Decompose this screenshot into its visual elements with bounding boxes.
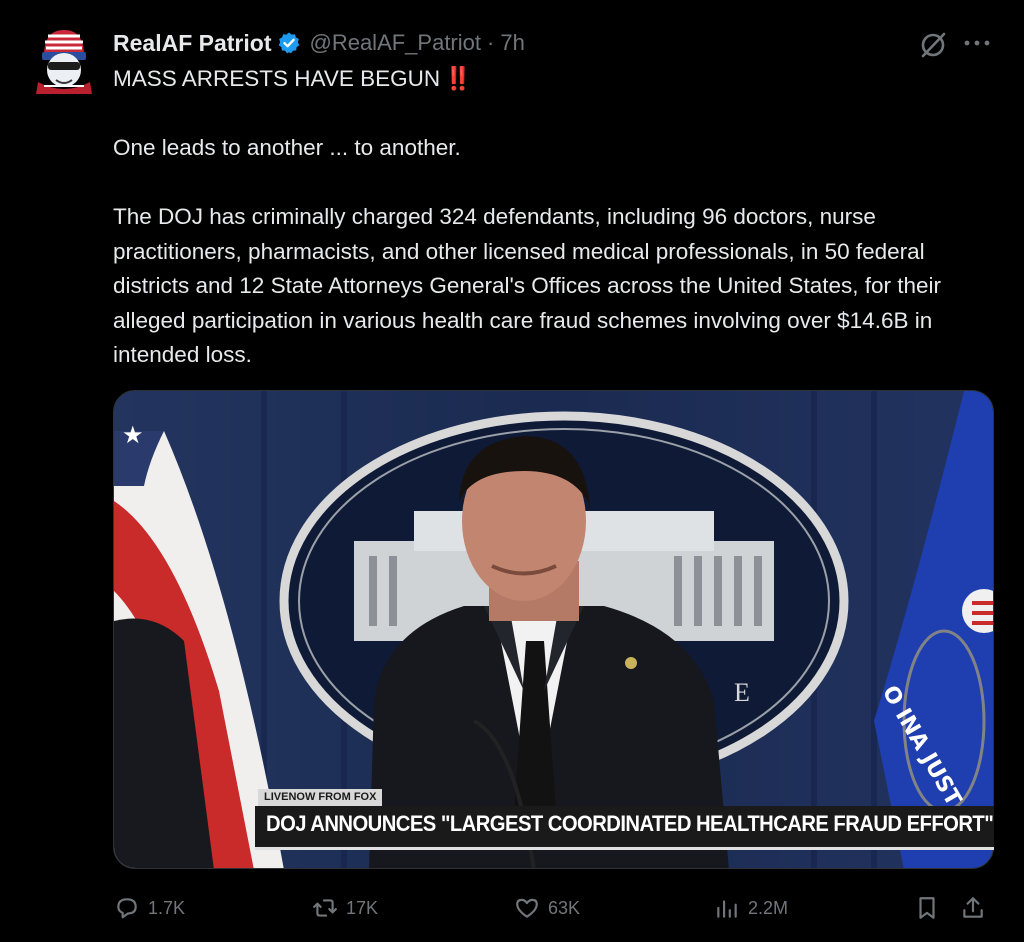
views-button[interactable]: 2.2M <box>714 890 788 926</box>
grok-icon[interactable] <box>918 30 948 60</box>
tweet-media-video[interactable]: E ★ O INA JUST <box>113 390 994 869</box>
svg-text:★: ★ <box>122 421 144 449</box>
bookmark-icon <box>919 897 935 919</box>
separator-dot: · <box>487 30 495 55</box>
reply-count: 1.7K <box>148 897 186 918</box>
double-exclamation-emoji: ‼️ <box>444 66 472 91</box>
like-icon <box>516 898 538 918</box>
bookmark-button[interactable] <box>914 890 948 926</box>
ticker-source-label: LIVENOW FROM FOX <box>258 789 383 806</box>
more-icon[interactable] <box>962 36 992 50</box>
views-count: 2.2M <box>748 897 789 918</box>
tweet-text-paragraph: The DOJ has criminally charged 324 defen… <box>113 204 942 367</box>
like-count: 63K <box>548 897 581 918</box>
action-bar: 1.7K 17K 63K 2.2M <box>0 890 1024 926</box>
tweet-header: RealAF Patriot @RealAF_Patriot · 7h <box>113 28 525 58</box>
share-button[interactable] <box>960 890 994 926</box>
reply-button[interactable]: 1.7K <box>114 890 185 926</box>
repost-count: 17K <box>346 897 379 918</box>
tweet-headline: MASS ARRESTS HAVE BEGUN <box>113 66 441 91</box>
verified-badge-icon <box>277 31 301 55</box>
like-button[interactable]: 63K <box>514 890 580 926</box>
repost-button[interactable]: 17K <box>312 890 378 926</box>
share-icon <box>963 897 983 918</box>
display-name[interactable]: RealAF Patriot <box>113 30 271 57</box>
tweet[interactable]: RealAF Patriot @RealAF_Patriot · 7h MASS… <box>0 0 1024 942</box>
repost-icon <box>313 899 337 917</box>
timestamp[interactable]: 7h <box>500 30 524 56</box>
avatar[interactable] <box>34 26 94 94</box>
user-handle[interactable]: @RealAF_Patriot <box>309 30 481 56</box>
tweet-text-line-2: One leads to another ... to another. <box>113 135 461 160</box>
seal-letter: E <box>734 678 750 707</box>
ticker-headline: DOJ ANNOUNCES "LARGEST COORDINATED HEALT… <box>266 811 994 836</box>
tweet-text-line-1: MASS ARRESTS HAVE BEGUN ‼️ <box>113 62 993 97</box>
reply-icon <box>117 898 137 919</box>
views-icon <box>717 900 737 918</box>
